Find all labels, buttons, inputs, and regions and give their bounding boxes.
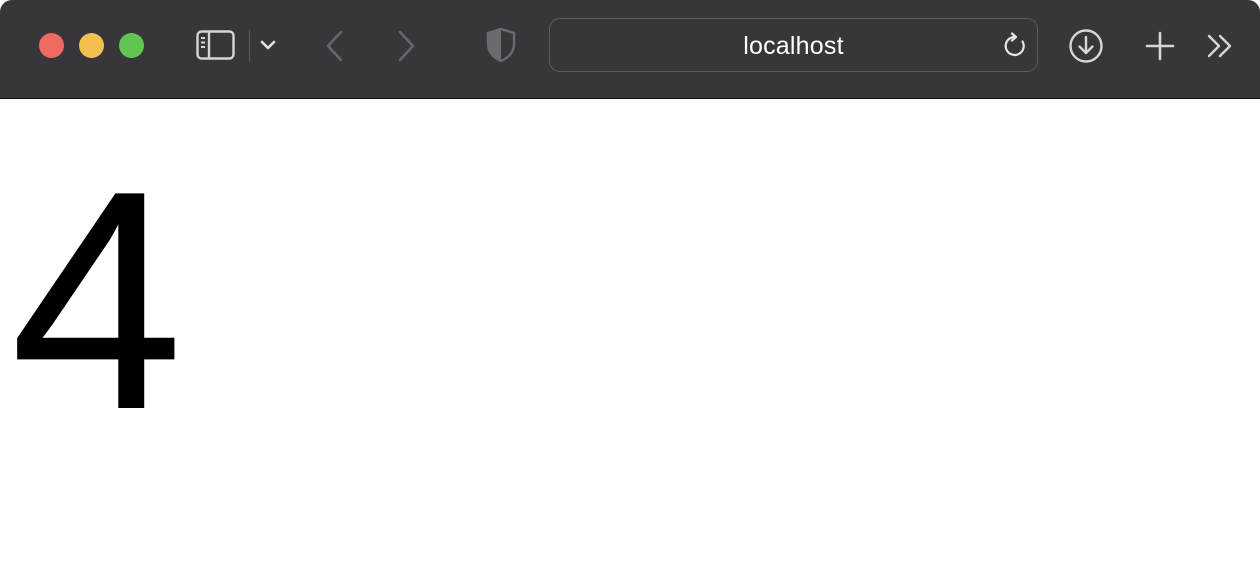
address-text: localhost	[743, 32, 844, 60]
close-window-button[interactable]	[39, 33, 64, 58]
double-chevron-right-icon[interactable]	[1206, 33, 1236, 59]
page-content: 4	[0, 99, 1260, 586]
plus-icon[interactable]	[1145, 31, 1175, 61]
browser-window: localhost 4	[0, 0, 1260, 586]
back-arrow-icon[interactable]	[323, 29, 347, 63]
reload-icon[interactable]	[1001, 32, 1029, 60]
forward-arrow-icon[interactable]	[394, 29, 418, 63]
address-bar[interactable]: localhost	[549, 18, 1038, 72]
browser-toolbar: localhost	[0, 0, 1260, 99]
sidebar-icon[interactable]	[196, 30, 236, 61]
chevron-down-icon[interactable]	[260, 39, 276, 51]
minimize-window-button[interactable]	[79, 33, 104, 58]
page-main-text: 4	[10, 127, 184, 475]
download-icon[interactable]	[1068, 28, 1104, 64]
zoom-window-button[interactable]	[119, 33, 144, 58]
shield-icon[interactable]	[485, 27, 517, 63]
toolbar-divider	[249, 30, 250, 62]
